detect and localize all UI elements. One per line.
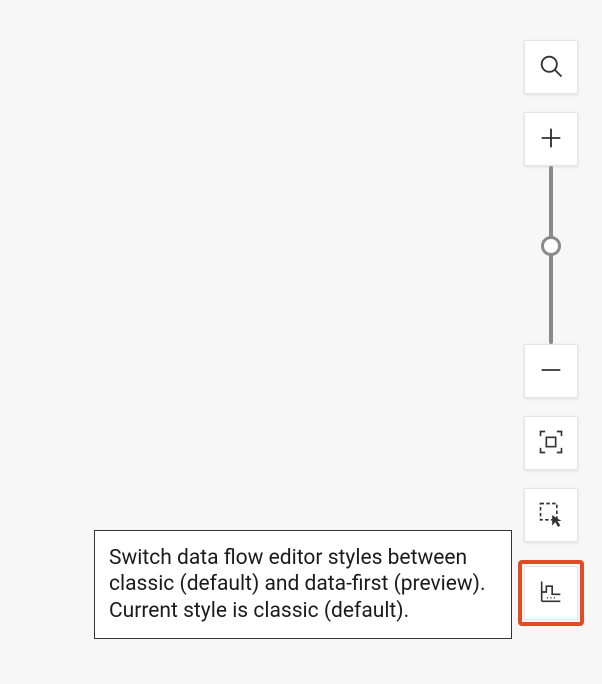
plus-icon <box>537 124 565 155</box>
zoom-slider-handle[interactable] <box>541 236 561 256</box>
zoom-out-button[interactable] <box>524 344 578 398</box>
fit-to-screen-icon <box>537 428 565 459</box>
zoom-slider-track[interactable] <box>549 166 553 344</box>
canvas-toolbar <box>518 40 584 626</box>
switch-editor-style-button[interactable] <box>524 566 578 620</box>
tooltip-text: Switch data flow editor styles between c… <box>109 546 486 623</box>
fit-to-screen-button[interactable] <box>524 416 578 470</box>
editor-style-icon <box>537 578 565 609</box>
selection-cursor-icon <box>537 500 565 531</box>
selection-mode-button[interactable] <box>524 488 578 542</box>
search-button[interactable] <box>524 40 578 94</box>
search-icon <box>537 52 565 83</box>
zoom-in-button[interactable] <box>524 112 578 166</box>
switch-style-tooltip: Switch data flow editor styles between c… <box>94 530 512 639</box>
minus-icon <box>537 356 565 387</box>
switch-style-highlight <box>518 560 584 626</box>
